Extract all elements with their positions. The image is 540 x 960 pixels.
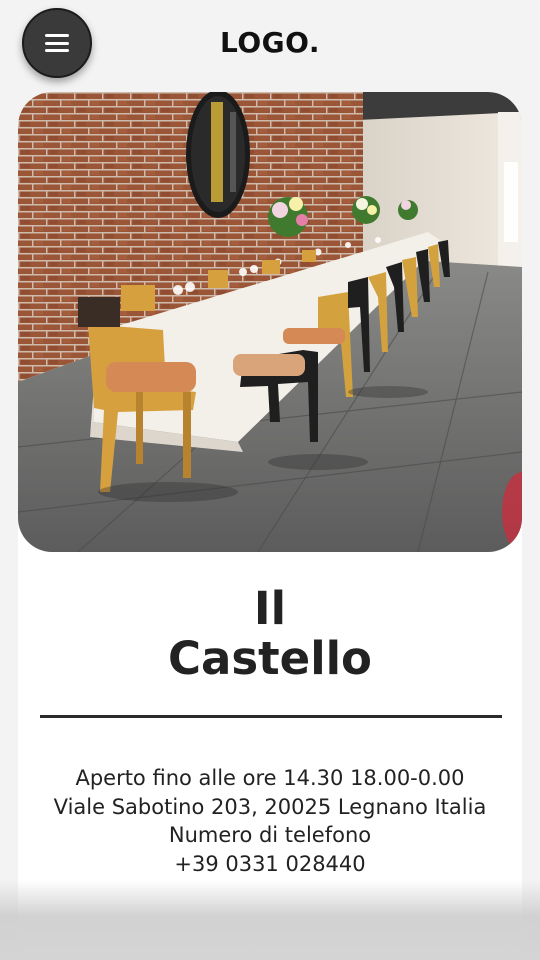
restaurant-name-line2: Castello [168,632,372,685]
hero-image [18,92,522,552]
phone-number[interactable]: +39 0331 028440 [18,850,522,879]
address[interactable]: Viale Sabotino 203, 20025 Legnano Italia [18,793,522,822]
restaurant-card: Il Castello Aperto fino alle ore 14.30 1… [18,92,522,960]
restaurant-name-line1: Il [253,582,287,635]
divider [40,715,502,718]
opening-hours: Aperto fino alle ore 14.30 18.00-0.00 [75,766,465,790]
phone-label: Numero di telefono [168,823,372,847]
logo[interactable]: LOGO. [0,26,540,59]
restaurant-info: Aperto fino alle ore 14.30 18.00-0.00 Vi… [18,764,522,878]
restaurant-name: Il Castello [18,584,522,684]
top-bar: LOGO. [0,0,540,92]
page: LOGO. Il Castello Aperto fino alle ore 1… [0,0,540,960]
